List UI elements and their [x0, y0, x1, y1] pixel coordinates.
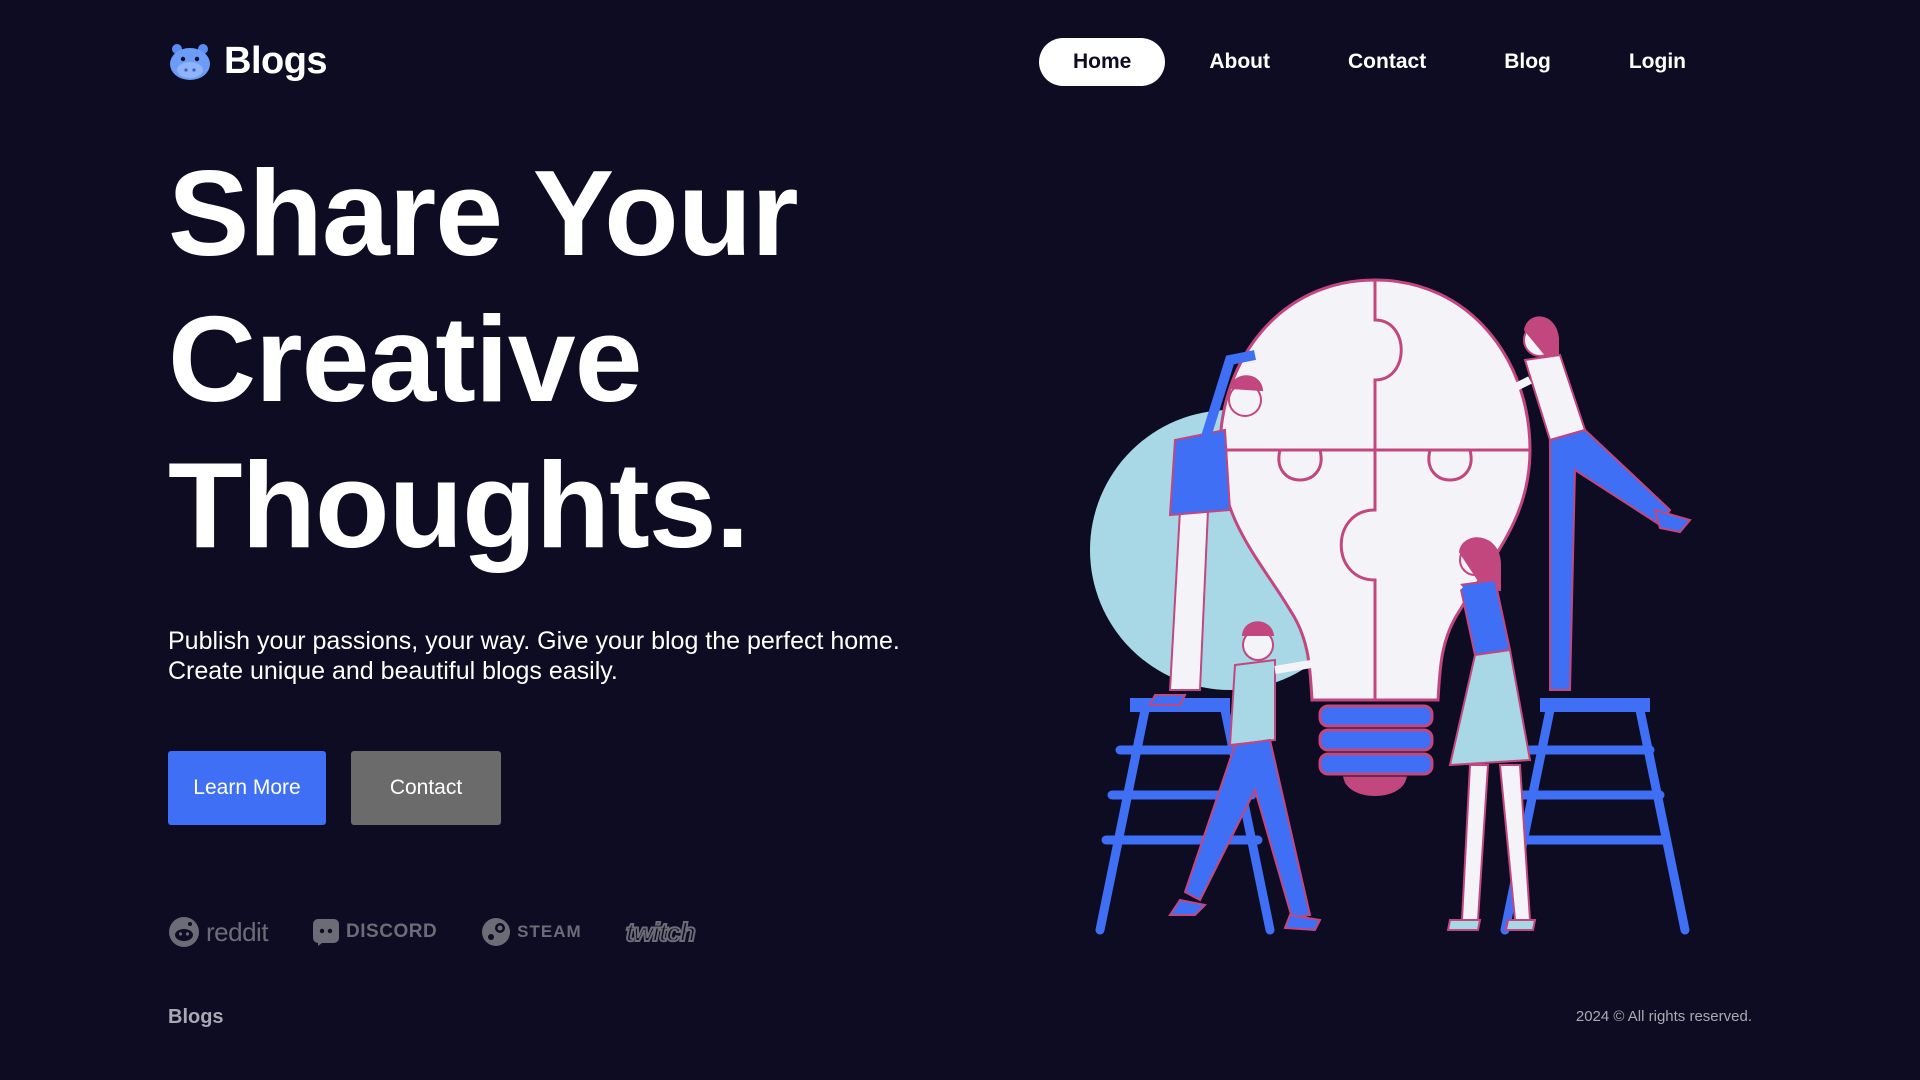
twitch-wordmark: twitch	[625, 916, 697, 948]
nav-about[interactable]: About	[1175, 38, 1304, 86]
contact-button[interactable]: Contact	[351, 751, 501, 825]
lightbulb-teamwork-illustration	[1090, 278, 1692, 935]
steam-wordmark: STEAM	[517, 922, 582, 941]
hero-title-line-2: Creative	[168, 291, 643, 427]
footer-brand: Blogs	[168, 1006, 224, 1028]
landing-page: Blogs Home About Contact Blog Login Shar…	[0, 0, 1920, 1080]
site-title: Blogs	[224, 40, 328, 82]
steam-logo: STEAM	[481, 917, 582, 947]
reddit-icon	[169, 917, 199, 947]
nav-blog[interactable]: Blog	[1470, 38, 1585, 86]
main-nav: Home About Contact Blog Login	[1029, 38, 1720, 86]
hero-title-line-1: Share Your	[168, 145, 799, 281]
partner-logos: reddit DISCORD STEAM twitch	[168, 916, 697, 948]
hippo-logo-icon	[170, 43, 210, 80]
steam-icon	[482, 918, 511, 946]
right-ladder	[1500, 705, 1690, 935]
hero-title: Share Your Creative Thoughts.	[168, 140, 799, 578]
learn-more-button[interactable]: Learn More	[168, 751, 326, 825]
nav-login[interactable]: Login	[1595, 38, 1720, 86]
site-logo[interactable]: Blogs	[168, 40, 328, 83]
footer-copyright: 2024 © All rights reserved.	[1575, 1008, 1752, 1025]
discord-wordmark: DISCORD	[346, 921, 438, 942]
nav-contact[interactable]: Contact	[1314, 38, 1460, 86]
twitch-logo: twitch	[625, 916, 697, 948]
nav-home[interactable]: Home	[1039, 38, 1166, 86]
hero-title-line-3: Thoughts.	[168, 437, 750, 573]
reddit-wordmark: reddit	[206, 916, 269, 947]
discord-logo: DISCORD	[312, 918, 437, 946]
discord-icon	[313, 919, 340, 946]
reddit-logo: reddit	[168, 916, 269, 948]
hero-subtitle: Publish your passions, your way. Give yo…	[168, 627, 900, 685]
